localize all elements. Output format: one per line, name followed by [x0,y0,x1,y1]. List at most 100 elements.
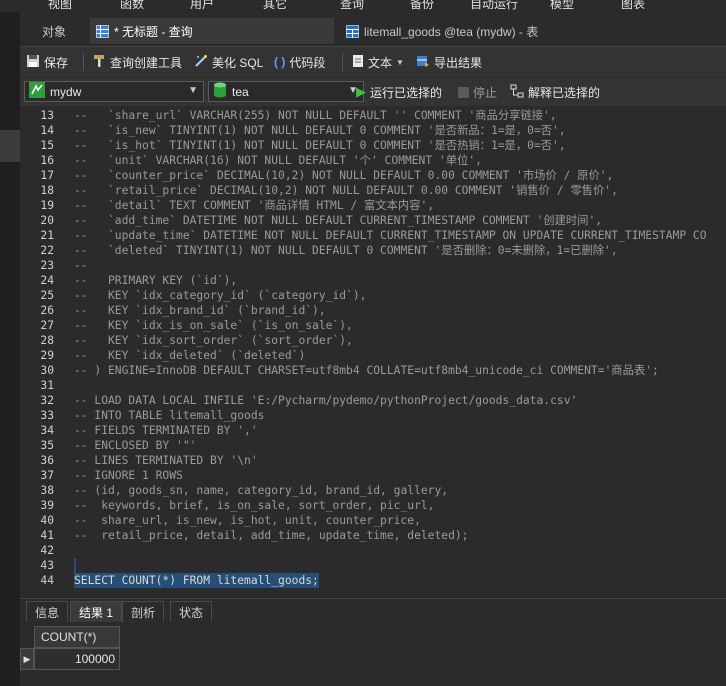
line-number: 21 [40,229,54,242]
editor-line: 25 -- KEY `idx_category_id` (`category_id… [20,288,726,303]
line-number: 36 [40,454,54,467]
column-header-count[interactable]: COUNT(*) [34,626,120,648]
editor-line: 15 -- `is_hot` TINYINT(1) NOT NULL DEFAUL… [20,138,726,153]
menu-function[interactable]: 函数 [120,0,144,12]
menu-chart[interactable]: 图表 [621,0,645,12]
explain-selected-button[interactable]: 解释已选择的 [510,82,600,102]
sql-editor[interactable]: 13 -- `share_url` VARCHAR(255) NOT NULL D… [20,108,726,594]
line-number: 26 [40,304,54,317]
run-selected-button[interactable]: ▶ 运行已选择的 [356,82,442,102]
line-number: 29 [40,349,54,362]
editor-line: 24 -- PRIMARY KEY (`id`), [20,273,726,288]
connection-select[interactable]: mydw ▼ [24,81,204,102]
editor-line: 36 -- LINES TERMINATED BY '\n' [20,453,726,468]
tab-table[interactable]: litemall_goods @tea (mydw) - 表 [340,18,590,44]
code-text: -- keywords, brief, is_on_sale, sort_ord… [74,499,435,512]
code-snippet-label: 代码段 [289,55,326,70]
editor-line: 37 -- IGNORE 1 ROWS [20,468,726,483]
chevron-down-icon: ▼ [188,85,198,96]
text-label: 文本 [368,55,393,70]
export-result-button[interactable]: 导出结果 [416,52,482,72]
tab-bar: 对象 * 无标题 - 查询 litemall_goods @tea (mydw)… [20,18,726,44]
code-text: -- retail_price, detail, add_time, updat… [74,529,469,542]
line-number: 23 [40,259,54,272]
beautify-sql-button[interactable]: 美化 SQL [194,52,263,72]
line-number: 33 [40,409,54,422]
tab-query[interactable]: * 无标题 - 查询 [90,18,334,44]
save-button[interactable]: 保存 [26,52,68,72]
table-icon [346,24,359,38]
explain-selected-label: 解释已选择的 [528,85,601,100]
code-text: -- LOAD DATA LOCAL INFILE 'E:/Pycharm/py… [74,394,578,407]
code-text: -- `update_time` DATETIME NOT NULL DEFAU… [74,229,707,242]
code-text: -- KEY `idx_sort_order` (`sort_order`), [74,334,353,347]
line-number: 31 [40,379,54,392]
editor-line: 33 -- INTO TABLE litemall_goods [20,408,726,423]
code-text: -- INTO TABLE litemall_goods [74,409,265,422]
code-text: -- `counter_price` DECIMAL(10,2) NOT NUL… [74,169,614,182]
code-text: -- (id, goods_sn, name, category_id, bra… [74,484,449,497]
editor-line: 35 -- ENCLOSED BY '"' [20,438,726,453]
connection-value: mydw [50,84,82,99]
menu-backup[interactable]: 备份 [410,0,434,12]
chevron-down-icon: ▼ [396,57,404,67]
code-text: -- `retail_price` DECIMAL(10,2) NOT NULL… [74,184,618,197]
save-icon [26,54,40,71]
line-number: 44 [40,574,54,587]
menu-other[interactable]: 其它 [263,0,287,12]
code-snippet-button[interactable]: ( ) 代码段 [274,52,325,72]
toolbar-divider [342,53,343,71]
editor-line: 22 -- `deleted` TINYINT(1) NOT NULL DEFAU… [20,243,726,258]
editor-line: 39 -- keywords, brief, is_on_sale, sort_o… [20,498,726,513]
parentheses-icon: ( ) [274,55,286,69]
code-text: -- `deleted` TINYINT(1) NOT NULL DEFAULT… [74,244,618,257]
editor-line: 44 SELECT COUNT(*) FROM litemall_goods; [20,573,726,588]
editor-line: 41 -- retail_price, detail, add_time, upd… [20,528,726,543]
editor-line: 20 -- `add_time` DATETIME NOT NULL DEFAUL… [20,213,726,228]
query-builder-button[interactable]: 查询创建工具 [92,52,182,72]
menu-model[interactable]: 模型 [550,0,574,12]
code-text: -- `is_hot` TINYINT(1) NOT NULL DEFAULT … [74,139,566,152]
beautify-sql-label: 美化 SQL [212,55,264,70]
editor-line: 17 -- `counter_price` DECIMAL(10,2) NOT N… [20,168,726,183]
stop-button[interactable]: 停止 [458,82,497,102]
editor-line: 16 -- `unit` VARCHAR(16) NOT NULL DEFAULT… [20,153,726,168]
table-row[interactable]: ▶ 100000 [20,648,120,670]
database-icon [213,82,227,101]
result-tab-bar: 信息 结果 1 剖析 状态 [20,598,726,623]
line-number: 14 [40,124,54,137]
line-number: 27 [40,319,54,332]
database-select[interactable]: tea ▼ [208,81,364,102]
line-number: 18 [40,184,54,197]
menu-query[interactable]: 查询 [340,0,364,12]
text-button[interactable]: 文本 ▼ [352,52,404,72]
play-icon: ▶ [356,84,366,99]
tab-info[interactable]: 信息 [26,601,69,622]
line-number: 38 [40,484,54,497]
code-text: -- `share_url` VARCHAR(255) NOT NULL DEF… [74,109,557,122]
code-text: -- `unit` VARCHAR(16) NOT NULL DEFAULT '… [74,154,482,167]
tab-status[interactable]: 状态 [170,601,213,622]
row-marker-icon: ▶ [20,648,34,670]
editor-line: 23 -- [20,258,726,273]
code-text: -- PRIMARY KEY (`id`), [74,274,238,287]
menu-user[interactable]: 用户 [190,0,214,12]
tab-result-1[interactable]: 结果 1 [70,601,123,622]
editor-line: 14 -- `is_new` TINYINT(1) NOT NULL DEFAUL… [20,123,726,138]
editor-line: 30 -- ) ENGINE=InnoDB DEFAULT CHARSET=utf… [20,363,726,378]
navigator-selection [0,130,20,162]
result-cell-count[interactable]: 100000 [34,648,120,670]
query-builder-label: 查询创建工具 [110,55,183,70]
line-number: 20 [40,214,54,227]
code-text: -- KEY `idx_deleted` (`deleted`) [74,349,306,362]
tab-profile[interactable]: 剖析 [122,601,165,622]
tab-objects[interactable]: 对象 [36,18,72,44]
editor-line: 29 -- KEY `idx_deleted` (`deleted`) [20,348,726,363]
code-text: -- KEY `idx_category_id` (`category_id`)… [74,289,367,302]
line-number: 39 [40,499,54,512]
menu-view[interactable]: 视图 [48,0,72,12]
menu-automation[interactable]: 自动运行 [470,0,518,12]
line-number: 35 [40,439,54,452]
query-toolbar: 保存 查询创建工具 美化 SQL ( ) 代码段 文本 ▼ 导出结果 [20,46,726,77]
export-result-label: 导出结果 [434,55,483,70]
